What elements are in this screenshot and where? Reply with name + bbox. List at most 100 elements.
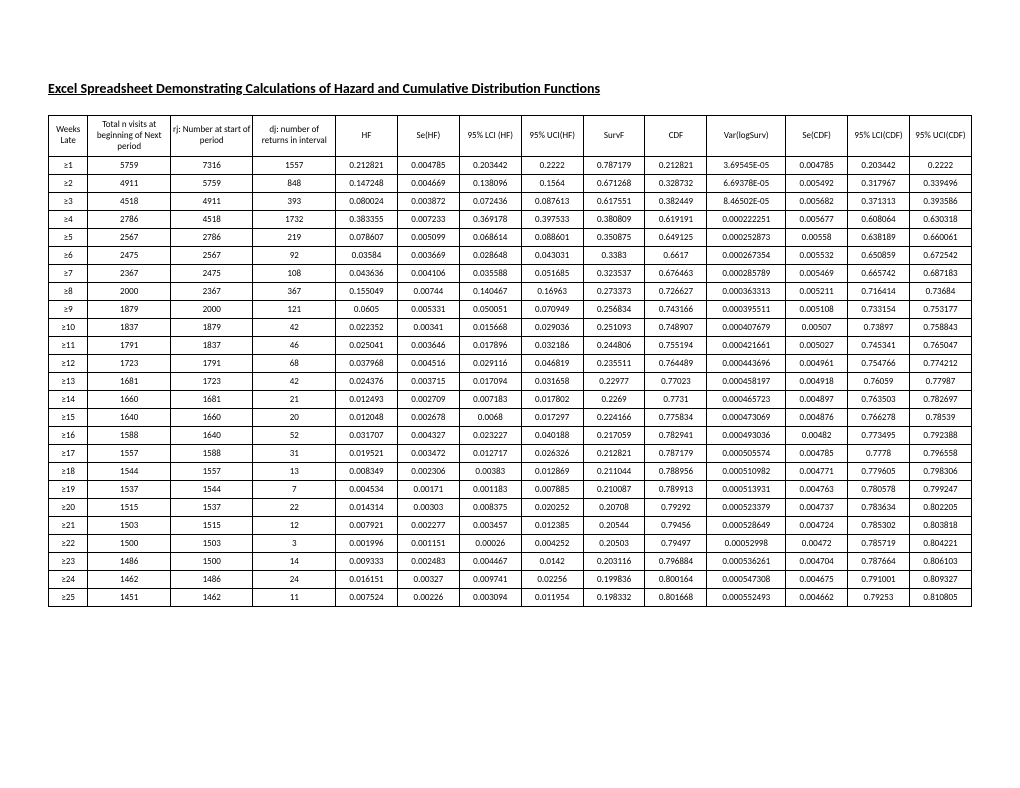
cell: 0.339496	[909, 175, 971, 193]
cell: 7316	[170, 157, 253, 175]
cell: 0.007524	[336, 589, 398, 607]
cell: 1544	[170, 481, 253, 499]
cell: 0.782941	[645, 427, 707, 445]
cell: 0.004785	[786, 157, 848, 175]
cell: 0.00303	[397, 499, 459, 517]
cell: 1500	[170, 553, 253, 571]
cell: 1503	[170, 535, 253, 553]
cell: 4911	[170, 193, 253, 211]
cell: 121	[253, 301, 336, 319]
col-header: 95% LCI (HF)	[459, 116, 521, 157]
col-header: 95% LCI(CDF)	[848, 116, 910, 157]
cell: 3.69545E-05	[707, 157, 786, 175]
cell: 0.002709	[397, 391, 459, 409]
cell: 0.796558	[909, 445, 971, 463]
cell: 0.0142	[521, 553, 583, 571]
cell: 42	[253, 373, 336, 391]
cell: 0.004252	[521, 535, 583, 553]
cell: 0.806103	[909, 553, 971, 571]
table-row: ≥2314861500140.0093330.0024830.0044670.0…	[49, 553, 972, 571]
cell: 1837	[170, 337, 253, 355]
cell: ≥10	[49, 319, 88, 337]
table-body: ≥15759731615570.2128210.0047850.2034420.…	[49, 157, 972, 607]
cell: 0.773495	[848, 427, 910, 445]
col-header: CDF	[645, 116, 707, 157]
cell: 0.003872	[397, 193, 459, 211]
header-row: Weeks LateTotal n visits at beginning of…	[49, 116, 972, 157]
cell: 0.203116	[583, 553, 645, 571]
cell: 1791	[170, 355, 253, 373]
cell: ≥8	[49, 283, 88, 301]
cell: 0.783634	[848, 499, 910, 517]
cell: 0.000513931	[707, 481, 786, 499]
cell: 0.328732	[645, 175, 707, 193]
cell: 0.017896	[459, 337, 521, 355]
table-row: ≥3451849113930.0800240.0038720.0724360.0…	[49, 193, 972, 211]
col-header: HF	[336, 116, 398, 157]
cell: 0.020252	[521, 499, 583, 517]
cell: 1462	[170, 589, 253, 607]
cell: 0.787179	[583, 157, 645, 175]
cell: 12	[253, 517, 336, 535]
cell: 0.753177	[909, 301, 971, 319]
cell: 0.2222	[909, 157, 971, 175]
cell: ≥15	[49, 409, 88, 427]
cell: 0.79456	[645, 517, 707, 535]
col-header: Total n visits at beginning of Next peri…	[88, 116, 171, 157]
cell: 0.785719	[848, 535, 910, 553]
cell: 0.032186	[521, 337, 583, 355]
cell: ≥3	[49, 193, 88, 211]
table-row: ≥5256727862190.0786070.0050990.0686140.0…	[49, 229, 972, 247]
cell: 0.009741	[459, 571, 521, 589]
cell: 5759	[88, 157, 171, 175]
cell: ≥23	[49, 553, 88, 571]
cell: 0.00226	[397, 589, 459, 607]
cell: 1557	[253, 157, 336, 175]
cell: 1537	[88, 481, 171, 499]
table-row: ≥1615881640520.0317070.0043270.0232270.0…	[49, 427, 972, 445]
cell: 0.002483	[397, 553, 459, 571]
cell: 0.000465723	[707, 391, 786, 409]
cell: 0.037968	[336, 355, 398, 373]
cell: 0.000473069	[707, 409, 786, 427]
cell: 20	[253, 409, 336, 427]
cell: 0.382449	[645, 193, 707, 211]
cell: 0.804221	[909, 535, 971, 553]
cell: 8.46502E-05	[707, 193, 786, 211]
cell: 0.273373	[583, 283, 645, 301]
cell: 0.088601	[521, 229, 583, 247]
cell: 0.199836	[583, 571, 645, 589]
cell: 0.046819	[521, 355, 583, 373]
cell: 0.787179	[645, 445, 707, 463]
cell: 0.800164	[645, 571, 707, 589]
cell: 0.016151	[336, 571, 398, 589]
cell: ≥14	[49, 391, 88, 409]
cell: 0.005099	[397, 229, 459, 247]
cell: 0.802205	[909, 499, 971, 517]
cell: 0.00472	[786, 535, 848, 553]
cell: 0.005682	[786, 193, 848, 211]
cell: 0.198332	[583, 589, 645, 607]
cell: 0.001996	[336, 535, 398, 553]
cell: 0.000510982	[707, 463, 786, 481]
cell: 1723	[88, 355, 171, 373]
cell: 0.004876	[786, 409, 848, 427]
cell: ≥22	[49, 535, 88, 553]
cell: 0.0068	[459, 409, 521, 427]
cell: ≥6	[49, 247, 88, 265]
cell: 31	[253, 445, 336, 463]
cell: 0.005331	[397, 301, 459, 319]
cell: 0.203442	[848, 157, 910, 175]
cell: 0.087613	[521, 193, 583, 211]
cell: 1681	[170, 391, 253, 409]
cell: 0.004961	[786, 355, 848, 373]
cell: 1537	[170, 499, 253, 517]
table-row: ≥7236724751080.0436360.0041060.0355880.0…	[49, 265, 972, 283]
cell: 0.002306	[397, 463, 459, 481]
cell: 0.004534	[336, 481, 398, 499]
cell: 0.775834	[645, 409, 707, 427]
cell: 0.765047	[909, 337, 971, 355]
cell: 0.000552493	[707, 589, 786, 607]
cell: 0.617551	[583, 193, 645, 211]
cell: 0.671268	[583, 175, 645, 193]
